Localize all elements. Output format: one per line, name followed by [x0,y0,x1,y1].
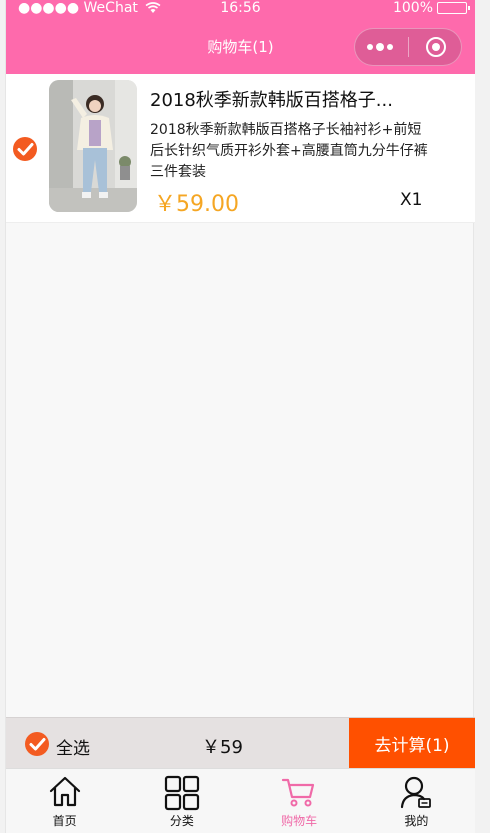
tab-mine-label: 我的 [404,814,429,828]
top-bar: ●●●●● WeChat 16:56 100% 购物车(1) [6,0,475,74]
product-photo-illustration [49,80,137,212]
cart-item[interactable]: 2018秋季新款韩版百搭格子... 2018秋季新款韩版百搭格子长袖衬衫+前短后… [6,74,475,223]
app-frame: ●●●●● WeChat 16:56 100% 购物车(1) 2018秋季新款韩… [5,0,475,833]
item-checkbox[interactable] [12,136,38,166]
product-price: ￥59.00 [154,192,239,217]
tab-home-label: 首页 [52,814,77,828]
tab-cart-label: 购物车 [281,814,318,828]
product-title[interactable]: 2018秋季新款韩版百搭格子... [150,86,424,112]
target-circle-icon [425,37,446,57]
battery-icon [437,2,470,14]
checkout-button[interactable]: 去计算(1) [349,718,475,769]
total-price: ￥59 [202,737,243,758]
home-icon [49,776,80,807]
checkout-bar: 全选 ￥59 去计算(1) [6,717,475,769]
tab-mine[interactable]: 我的 [358,769,475,833]
tab-category[interactable]: 分类 [123,769,240,833]
user-icon [401,776,432,809]
mini-program-capsule [354,28,462,66]
product-description: 2018秋季新款韩版百搭格子长袖衬衫+前短后长针织气质开衫外套+高腰直筒九分牛仔… [150,122,428,180]
category-grid-icon [164,775,199,811]
battery-status: 100% [392,0,470,16]
product-quantity: X1 [400,190,423,210]
battery-percent: 100% [392,0,433,16]
close-program-button[interactable] [411,29,462,65]
tab-cart[interactable]: 购物车 [241,769,358,833]
select-all-checkbox[interactable] [24,731,50,761]
tab-home[interactable]: 首页 [6,769,123,833]
cart-icon [282,778,315,807]
more-button[interactable] [355,29,406,65]
select-all-label[interactable]: 全选 [56,734,90,759]
tab-bar: 首页 分类 购物车 我的 [6,768,475,833]
status-bar: ●●●●● WeChat 16:56 100% [6,0,475,18]
checked-circle-icon [13,137,37,161]
tab-category-label: 分类 [169,814,194,828]
product-image[interactable] [49,80,137,212]
checked-circle-icon [25,732,49,756]
more-dots-icon [367,43,394,51]
